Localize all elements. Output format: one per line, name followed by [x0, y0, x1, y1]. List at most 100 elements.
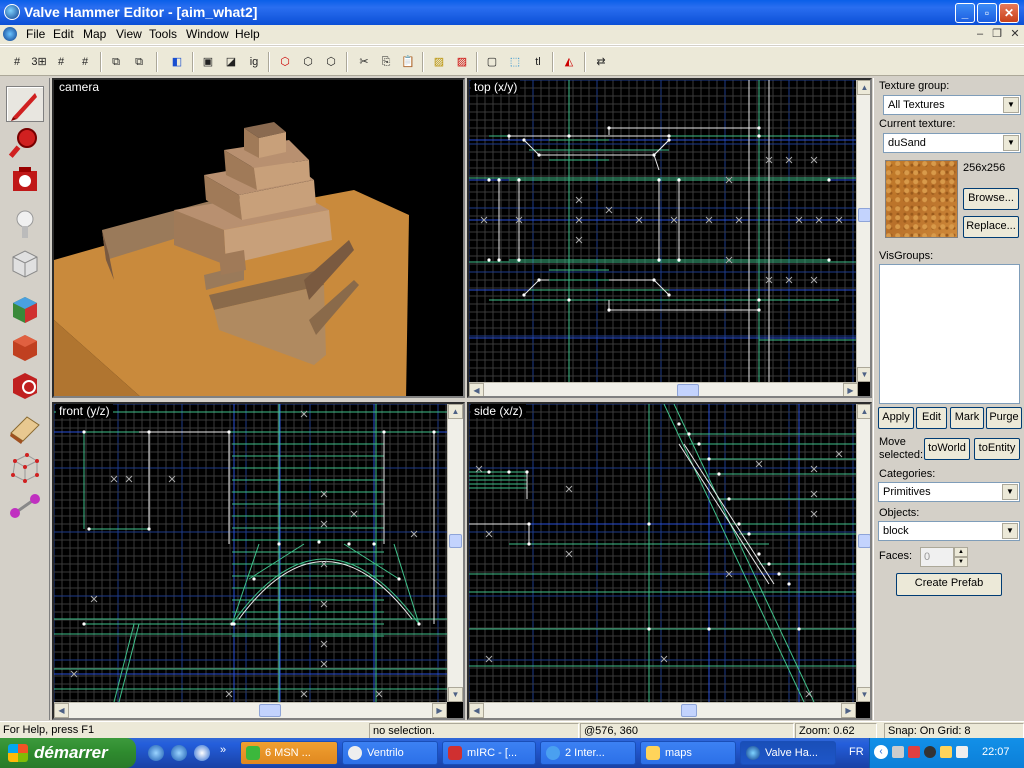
transform-icon[interactable]: ⇄ [592, 53, 610, 71]
3d-grid-icon[interactable]: 3⊞ [30, 53, 48, 71]
texture-lock-icon[interactable]: ▢ [483, 53, 501, 71]
objects-dropdown[interactable]: block ▼ [878, 521, 1020, 541]
scroll-up-arrow-icon[interactable]: ▲ [857, 80, 870, 95]
minimize-button[interactable]: _ [955, 3, 975, 23]
mdi-restore-button[interactable]: ❐ [990, 28, 1004, 41]
top-viewport[interactable]: top (x/y) ▲ ▼ ◀ ▶ [467, 78, 872, 398]
hide-selected-icon[interactable]: ▨ [430, 53, 448, 71]
side-vertical-scrollbar[interactable]: ▲ ▼ [856, 404, 870, 702]
path-tool-icon[interactable] [6, 488, 44, 524]
front-viewport[interactable]: front (y/z) ▲ ▼ ◀ ▶ [52, 402, 465, 720]
spin-down-icon[interactable]: ▼ [954, 557, 968, 567]
show-all-icon[interactable]: ▨ [453, 53, 471, 71]
edit-button[interactable]: Edit [916, 407, 947, 429]
larger-grid-icon[interactable]: # [76, 53, 94, 71]
grid-toggle-icon[interactable]: # [8, 53, 26, 71]
chevron-down-icon[interactable]: ▼ [1002, 523, 1018, 539]
menu-help[interactable]: Help [235, 27, 260, 41]
menu-file[interactable]: File [26, 27, 45, 41]
scroll-up-arrow-icon[interactable]: ▲ [448, 404, 463, 419]
current-texture-dropdown[interactable]: duSand ▼ [883, 133, 1021, 153]
paste-icon[interactable]: 📋 [399, 53, 417, 71]
top-vertical-scrollbar[interactable]: ▲ ▼ [856, 80, 870, 382]
tie-to-entity-icon[interactable]: ⬡ [322, 53, 340, 71]
task-ventrilo[interactable]: Ventrilo [342, 741, 438, 765]
browse-button[interactable]: Browse... [963, 188, 1019, 210]
scroll-up-arrow-icon[interactable]: ▲ [857, 404, 870, 419]
chevron-down-icon[interactable]: ▼ [1003, 135, 1019, 151]
close-button[interactable]: ✕ [999, 3, 1019, 23]
to-world-button[interactable]: toWorld [924, 438, 970, 460]
save-window-state-icon[interactable]: ⧉ [130, 53, 148, 71]
menu-edit[interactable]: Edit [53, 27, 74, 41]
texture-application-icon[interactable] [6, 290, 44, 326]
faces-input[interactable]: 0 [920, 547, 954, 567]
tray-app-icon-4[interactable] [940, 746, 952, 758]
task-msn[interactable]: 6 MSN ... [240, 741, 338, 765]
apply-texture-icon[interactable] [6, 328, 44, 364]
copy-icon[interactable]: ⎘ [377, 53, 395, 71]
create-prefab-button[interactable]: Create Prefab [896, 573, 1002, 596]
menu-tools[interactable]: Tools [149, 27, 177, 41]
cut-icon[interactable]: ✂ [355, 53, 373, 71]
carve-icon[interactable]: ⬡ [276, 53, 294, 71]
menu-view[interactable]: View [116, 27, 142, 41]
select-tool-icon[interactable]: ⬚ [506, 53, 524, 71]
menu-window[interactable]: Window [186, 27, 229, 41]
selection-tool-icon[interactable] [6, 86, 44, 122]
quicklaunch-more-icon[interactable]: » [220, 744, 226, 756]
maximize-button[interactable]: ▫ [977, 3, 997, 23]
mdi-close-button[interactable]: ✕ [1008, 28, 1022, 41]
top-horizontal-scrollbar[interactable]: ◀ ▶ [469, 382, 858, 396]
task-mirc[interactable]: mIRC - [... [442, 741, 536, 765]
tray-app-icon-2[interactable] [908, 746, 920, 758]
front-horizontal-scrollbar[interactable]: ◀ ▶ [54, 702, 447, 718]
document-icon[interactable] [3, 27, 17, 41]
camera-tool-icon[interactable] [6, 162, 44, 198]
task-hammer[interactable]: Valve Ha... [740, 741, 836, 765]
decal-tool-icon[interactable] [6, 366, 44, 402]
group-icon[interactable]: ▣ [199, 53, 217, 71]
scroll-down-arrow-icon[interactable]: ▼ [448, 687, 463, 702]
scroll-right-arrow-icon[interactable]: ▶ [843, 383, 858, 396]
scroll-right-arrow-icon[interactable]: ▶ [432, 703, 447, 718]
menu-map[interactable]: Map [83, 27, 106, 41]
side-horizontal-scrollbar[interactable]: ◀ ▶ [469, 702, 856, 718]
purge-button[interactable]: Purge [986, 407, 1022, 429]
visgroups-list[interactable] [879, 264, 1020, 404]
mark-button[interactable]: Mark [950, 407, 984, 429]
scroll-down-arrow-icon[interactable]: ▼ [857, 687, 870, 702]
ungroup-icon[interactable]: ◪ [222, 53, 240, 71]
quicklaunch-media-icon[interactable] [194, 745, 210, 761]
quicklaunch-ie-icon[interactable] [171, 745, 187, 761]
hammer-app-icon[interactable] [4, 4, 20, 20]
spin-up-icon[interactable]: ▲ [954, 547, 968, 557]
tray-app-icon-3[interactable] [924, 746, 936, 758]
scroll-down-arrow-icon[interactable]: ▼ [857, 367, 870, 382]
texture-lock-text-icon[interactable]: tl [529, 53, 547, 71]
task-internet-explorer[interactable]: 2 Inter... [540, 741, 636, 765]
scroll-thumb[interactable] [259, 704, 281, 717]
to-entity-button[interactable]: toEntity [974, 438, 1020, 460]
ignore-groups-icon[interactable]: ig [245, 53, 263, 71]
entity-tool-icon[interactable] [6, 206, 44, 242]
clipping-tool-icon[interactable] [6, 410, 44, 446]
texture-group-dropdown[interactable]: All Textures ▼ [883, 95, 1021, 115]
tray-expand-icon[interactable]: ‹ [874, 745, 888, 759]
replace-button[interactable]: Replace... [963, 216, 1019, 238]
scroll-left-arrow-icon[interactable]: ◀ [54, 703, 69, 718]
texture-preview[interactable] [885, 160, 958, 238]
camera-viewport[interactable]: camera [52, 78, 465, 398]
chevron-down-icon[interactable]: ▼ [1002, 484, 1018, 500]
quicklaunch-outlook-icon[interactable] [148, 745, 164, 761]
run-map-icon[interactable]: ◭ [560, 53, 578, 71]
task-maps-folder[interactable]: maps [640, 741, 736, 765]
smaller-grid-icon[interactable]: # [52, 53, 70, 71]
chevron-down-icon[interactable]: ▼ [1003, 97, 1019, 113]
magnify-tool-icon[interactable] [6, 124, 44, 160]
tray-app-icon-5[interactable] [956, 746, 968, 758]
scroll-left-arrow-icon[interactable]: ◀ [469, 703, 484, 718]
language-indicator[interactable]: FR [849, 746, 864, 758]
scroll-right-arrow-icon[interactable]: ▶ [841, 703, 856, 718]
front-vertical-scrollbar[interactable]: ▲ ▼ [447, 404, 463, 702]
